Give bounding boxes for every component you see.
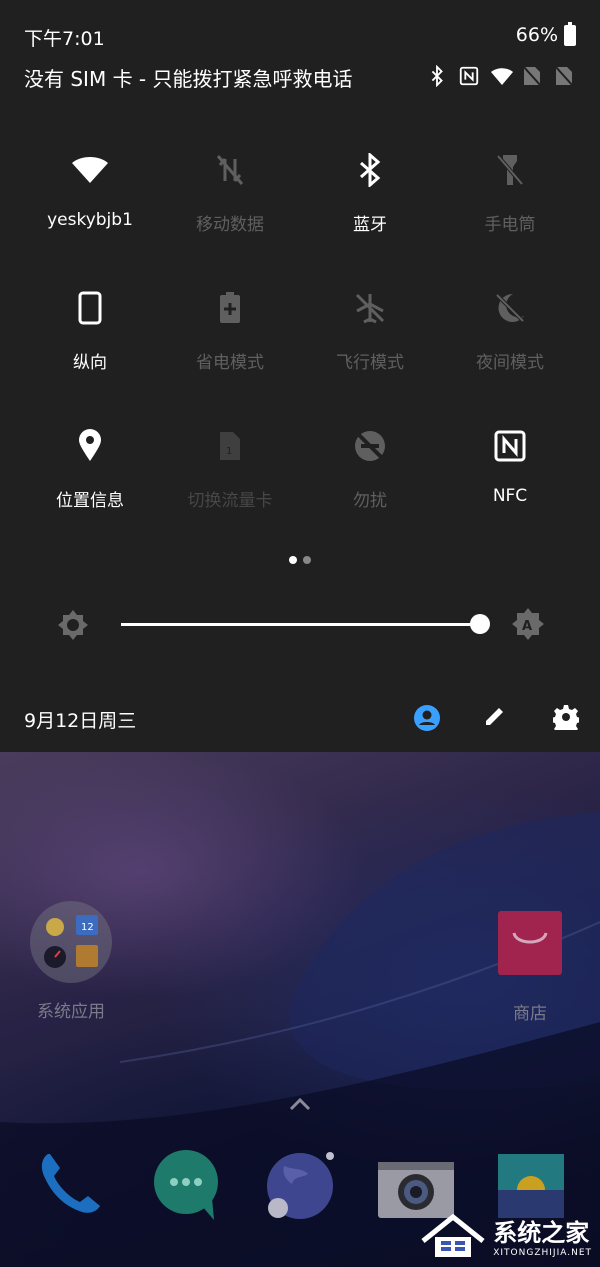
battery-indicator: 66% [515, 21, 576, 46]
tile-label: 手电筒 [484, 215, 536, 235]
tile-label: 纵向 [73, 353, 107, 373]
carrier-text: 没有 SIM 卡 - 只能拨打紧急呼救电话 [24, 67, 353, 91]
shopping-bag-icon [498, 911, 562, 975]
tile-mobile-data[interactable]: 移动数据 [160, 150, 300, 288]
wifi-icon [70, 150, 110, 190]
footer-actions [413, 704, 581, 735]
tile-battery-saver[interactable]: 省电模式 [160, 288, 300, 426]
nfc-icon [490, 426, 530, 466]
edit-icon[interactable] [483, 704, 509, 730]
no-sim-icon [554, 65, 576, 87]
watermark-logo: 系统之家 XITONGZHIJIA.NET [419, 1211, 592, 1259]
folder-icon: 12 [30, 901, 112, 983]
house-logo-icon [421, 1213, 485, 1257]
watermark-text: 系统之家 XITONGZHIJIA.NET [493, 1213, 592, 1258]
tile-label: 勿扰 [353, 491, 387, 511]
date-text: 9月12日周三 [24, 710, 137, 732]
portrait-icon [70, 288, 110, 328]
tile-sim-switch[interactable]: 1 切换流量卡 [160, 426, 300, 564]
brightness-low-icon [56, 608, 90, 646]
airplane-off-icon [350, 288, 390, 328]
tile-wifi[interactable]: yeskybjb1 [20, 150, 160, 288]
tile-airplane-mode[interactable]: 飞行模式 [300, 288, 440, 426]
system-apps-folder[interactable]: 12 系统应用 [28, 901, 114, 1022]
tile-label: 移动数据 [196, 215, 264, 235]
quick-settings-panel: 下午7:01 66% 没有 SIM 卡 - 只能拨打紧急呼救电话 yeskybj… [0, 0, 600, 752]
quick-settings-grid: yeskybjb1 移动数据 蓝牙 手电筒 纵向 省电模式 飞行模式 夜间模式 … [20, 150, 580, 564]
brightness-control: A [56, 606, 546, 644]
panel-footer: 9月12日周三 [24, 700, 581, 736]
settings-icon[interactable] [551, 704, 581, 735]
wifi-icon [490, 65, 513, 87]
sim-switch-icon: 1 [210, 426, 250, 466]
messages-app-icon[interactable] [152, 1148, 222, 1220]
status-bar: 下午7:01 66% [24, 21, 576, 52]
store-app[interactable]: 商店 [490, 911, 570, 1024]
night-mode-off-icon [490, 288, 530, 328]
battery-saver-icon [210, 288, 250, 328]
tile-label: yeskybjb1 [47, 210, 133, 230]
status-icons [426, 64, 576, 88]
bluetooth-icon [426, 64, 448, 88]
svg-text:1: 1 [226, 446, 232, 457]
status-time: 下午7:01 [24, 28, 105, 50]
phone-app-icon[interactable] [34, 1148, 104, 1218]
flashlight-off-icon [490, 150, 530, 190]
store-label: 商店 [513, 1004, 547, 1024]
browser-app-icon[interactable] [264, 1148, 334, 1219]
mobile-data-off-icon [210, 150, 250, 190]
location-icon [70, 426, 110, 466]
tile-nfc[interactable]: NFC [440, 426, 580, 564]
carrier-row: 没有 SIM 卡 - 只能拨打紧急呼救电话 [24, 63, 576, 91]
watermark-title: 系统之家 [493, 1218, 590, 1247]
nfc-icon [458, 65, 480, 87]
page-indicator[interactable] [289, 556, 311, 564]
bluetooth-icon [350, 150, 390, 190]
tile-label: NFC [492, 486, 528, 506]
tile-label: 飞行模式 [336, 353, 404, 373]
tile-flashlight[interactable]: 手电筒 [440, 150, 580, 288]
tile-night-mode[interactable]: 夜间模式 [440, 288, 580, 426]
battery-icon [564, 21, 576, 46]
tile-label: 夜间模式 [476, 353, 544, 373]
svg-text:A: A [522, 619, 532, 634]
folder-label: 系统应用 [37, 1002, 105, 1022]
page-dot [303, 556, 311, 564]
app-drawer-chevron-icon[interactable] [288, 1096, 312, 1116]
user-icon[interactable] [413, 704, 440, 731]
tile-do-not-disturb[interactable]: 勿扰 [300, 426, 440, 564]
watermark-subtitle: XITONGZHIJIA.NET [493, 1247, 592, 1258]
tile-label: 蓝牙 [353, 215, 387, 235]
no-sim-icon [522, 65, 544, 87]
tile-label: 位置信息 [56, 491, 124, 511]
auto-brightness-icon[interactable]: A [510, 606, 546, 646]
tile-portrait[interactable]: 纵向 [20, 288, 160, 426]
tile-bluetooth[interactable]: 蓝牙 [300, 150, 440, 288]
tile-label: 切换流量卡 [187, 491, 273, 511]
folder-badge: 12 [81, 922, 94, 933]
brightness-slider-thumb[interactable] [470, 614, 490, 634]
tile-location[interactable]: 位置信息 [20, 426, 160, 564]
do-not-disturb-off-icon [350, 426, 390, 466]
page-dot-active [289, 556, 297, 564]
battery-percent: 66% [515, 24, 558, 46]
tile-label: 省电模式 [196, 353, 264, 373]
brightness-slider-track[interactable] [121, 623, 481, 626]
